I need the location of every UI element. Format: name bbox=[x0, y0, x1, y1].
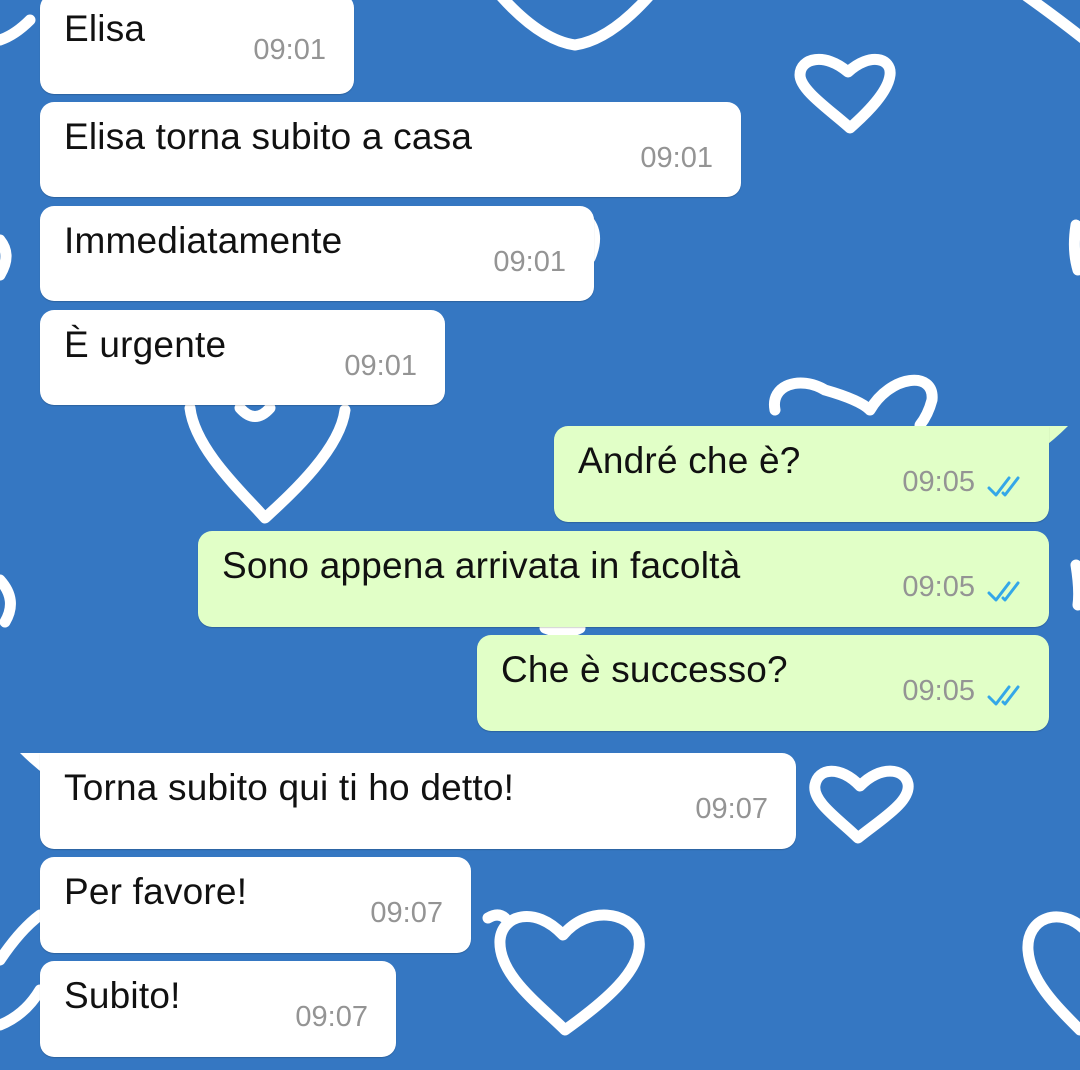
heart-doodle-icon bbox=[1022, 911, 1080, 1036]
double-check-read-icon bbox=[987, 581, 1020, 602]
heart-doodle-icon bbox=[809, 765, 914, 844]
message-timestamp: 09:05 bbox=[902, 675, 975, 707]
heart-doodle-icon bbox=[794, 53, 896, 134]
message-text: André che è? bbox=[578, 440, 801, 481]
heart-doodle-icon bbox=[1022, 0, 1080, 44]
heart-doodle-icon bbox=[497, 0, 653, 51]
incoming-message-bubble[interactable]: Elisa torna subito a casa 09:01 bbox=[40, 102, 741, 197]
double-check-read-icon bbox=[987, 685, 1020, 706]
message-text: Elisa torna subito a casa bbox=[64, 116, 473, 157]
message-timestamp: 09:07 bbox=[295, 1001, 368, 1033]
outgoing-message-bubble[interactable]: Sono appena arrivata in facoltà 09:05 bbox=[198, 531, 1049, 627]
incoming-message-bubble[interactable]: È urgente 09:01 bbox=[40, 310, 445, 405]
incoming-message-bubble[interactable]: Torna subito qui ti ho detto! 09:07 bbox=[40, 753, 796, 849]
heart-doodle-icon bbox=[234, 402, 276, 422]
outgoing-message-bubble[interactable]: Che è successo? 09:05 bbox=[477, 635, 1049, 731]
double-check-read-icon bbox=[987, 476, 1020, 497]
message-timestamp: 09:05 bbox=[902, 466, 975, 498]
message-text: Torna subito qui ti ho detto! bbox=[64, 767, 515, 808]
heart-doodle-icon bbox=[494, 909, 645, 1036]
message-text: Immediatamente bbox=[64, 220, 343, 261]
heart-doodle-icon bbox=[1070, 559, 1080, 611]
message-text: Per favore! bbox=[64, 871, 248, 912]
heart-doodle-icon bbox=[769, 374, 938, 431]
message-timestamp: 09:01 bbox=[253, 34, 326, 66]
message-timestamp: 09:01 bbox=[344, 350, 417, 382]
message-text: È urgente bbox=[64, 324, 227, 365]
message-timestamp: 09:05 bbox=[902, 571, 975, 603]
message-timestamp: 09:01 bbox=[640, 142, 713, 174]
incoming-message-bubble[interactable]: Per favore! 09:07 bbox=[40, 857, 471, 953]
message-text: Subito! bbox=[64, 975, 181, 1016]
message-text: Sono appena arrivata in facoltà bbox=[222, 545, 741, 586]
message-timestamp: 09:01 bbox=[493, 246, 566, 278]
heart-doodle-icon bbox=[1068, 219, 1080, 276]
incoming-message-bubble[interactable]: Subito! 09:07 bbox=[40, 961, 396, 1057]
heart-doodle-icon bbox=[0, 909, 46, 966]
incoming-message-bubble[interactable]: Immediatamente 09:01 bbox=[40, 206, 594, 301]
outgoing-message-bubble[interactable]: André che è? 09:05 bbox=[554, 426, 1049, 522]
heart-doodle-icon bbox=[0, 574, 16, 628]
incoming-message-bubble[interactable]: Elisa 09:01 bbox=[40, 0, 354, 94]
message-timestamp: 09:07 bbox=[695, 793, 768, 825]
heart-doodle-icon bbox=[482, 909, 511, 924]
heart-doodle-icon bbox=[0, 14, 36, 46]
message-text: Che è successo? bbox=[501, 649, 788, 690]
message-text: Elisa bbox=[64, 8, 146, 49]
message-timestamp: 09:07 bbox=[370, 897, 443, 929]
heart-doodle-icon bbox=[0, 984, 46, 1031]
heart-doodle-icon bbox=[184, 402, 351, 524]
heart-doodle-icon bbox=[539, 622, 586, 638]
heart-doodle-icon bbox=[0, 234, 12, 281]
